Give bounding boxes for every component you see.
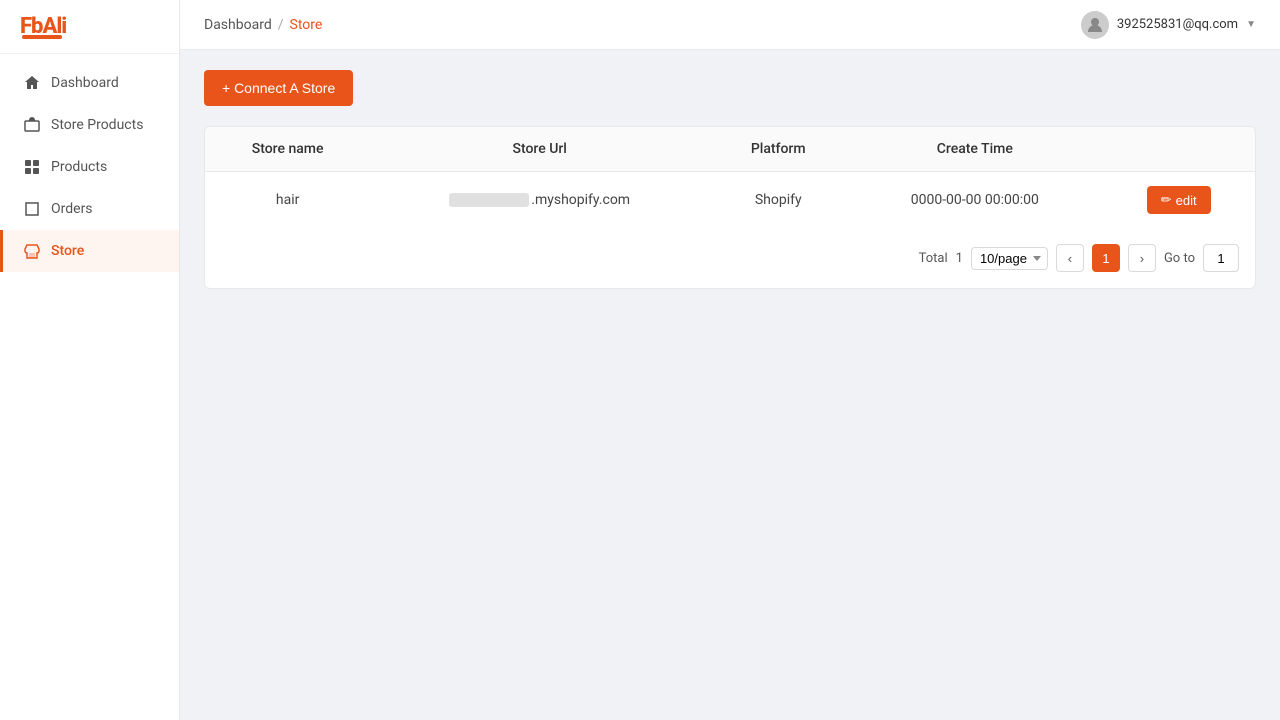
table-row: hair .myshopify.com Shopify 0000-00-00 0… — [205, 172, 1255, 229]
goto-label: Go to — [1164, 251, 1195, 266]
edit-label: edit — [1176, 193, 1197, 208]
logo-text: FbAli — [20, 14, 66, 39]
sidebar-item-store-products-label: Store Products — [51, 117, 143, 133]
sidebar-item-orders-label: Orders — [51, 201, 93, 217]
col-store-url: Store Url — [370, 127, 709, 172]
url-blur — [449, 193, 529, 207]
page-size-select[interactable]: 10/page 20/page 50/page — [971, 247, 1048, 270]
edit-icon: ✏ — [1161, 192, 1172, 208]
logo: FbAli — [0, 0, 179, 54]
connect-store-button[interactable]: + Connect A Store — [204, 70, 353, 106]
sidebar: FbAli Dashboard Store Products Products — [0, 0, 180, 720]
user-info[interactable]: 392525831@qq.com ▼ — [1081, 11, 1256, 39]
create-time-cell: 0000-00-00 00:00:00 — [847, 172, 1102, 229]
store-name-cell: hair — [205, 172, 370, 229]
table-header-row: Store name Store Url Platform Create Tim… — [205, 127, 1255, 172]
sidebar-item-store-label: Store — [51, 243, 84, 259]
orders-icon — [23, 200, 41, 218]
col-store-name: Store name — [205, 127, 370, 172]
actions-cell: ✏ edit — [1102, 172, 1255, 229]
user-email: 392525831@qq.com — [1117, 17, 1238, 32]
page-1-button[interactable]: 1 — [1092, 244, 1120, 272]
breadcrumb-current: Store — [290, 17, 323, 33]
breadcrumb-separator: / — [278, 17, 284, 33]
page-content: + Connect A Store Store name Store Url P… — [180, 50, 1280, 720]
store-table-card: Store name Store Url Platform Create Tim… — [204, 126, 1256, 289]
col-create-time: Create Time — [847, 127, 1102, 172]
sidebar-item-dashboard[interactable]: Dashboard — [0, 62, 179, 104]
sidebar-item-dashboard-label: Dashboard — [51, 75, 119, 91]
sidebar-nav: Dashboard Store Products Products Orders — [0, 62, 179, 272]
sidebar-item-products[interactable]: Products — [0, 146, 179, 188]
logo-text-end: Ali — [42, 14, 66, 39]
total-count: 1 — [956, 251, 963, 266]
chevron-down-icon: ▼ — [1246, 19, 1256, 30]
sidebar-item-store-products[interactable]: Store Products — [0, 104, 179, 146]
platform-cell: Shopify — [709, 172, 847, 229]
col-actions — [1102, 127, 1255, 172]
prev-page-button[interactable]: ‹ — [1056, 244, 1084, 272]
edit-button[interactable]: ✏ edit — [1147, 186, 1211, 214]
breadcrumb: Dashboard / Store — [204, 17, 322, 33]
next-page-button[interactable]: › — [1128, 244, 1156, 272]
logo-text-start: Fb — [20, 14, 42, 39]
store-table: Store name Store Url Platform Create Tim… — [205, 127, 1255, 228]
store-products-icon — [23, 116, 41, 134]
main-content: Dashboard / Store 392525831@qq.com ▼ + C… — [180, 0, 1280, 720]
goto-input[interactable] — [1203, 244, 1239, 272]
topbar: Dashboard / Store 392525831@qq.com ▼ — [180, 0, 1280, 50]
breadcrumb-home: Dashboard — [204, 17, 272, 33]
col-platform: Platform — [709, 127, 847, 172]
sidebar-item-store[interactable]: Store — [0, 230, 179, 272]
user-avatar — [1081, 11, 1109, 39]
products-icon — [23, 158, 41, 176]
sidebar-item-orders[interactable]: Orders — [0, 188, 179, 230]
pagination: Total 1 10/page 20/page 50/page ‹ 1 › Go… — [205, 228, 1255, 288]
store-icon — [23, 242, 41, 260]
home-icon — [23, 74, 41, 92]
sidebar-item-products-label: Products — [51, 159, 107, 175]
total-label: Total — [919, 251, 948, 266]
store-url-cell: .myshopify.com — [370, 172, 709, 229]
url-suffix: .myshopify.com — [531, 192, 630, 208]
